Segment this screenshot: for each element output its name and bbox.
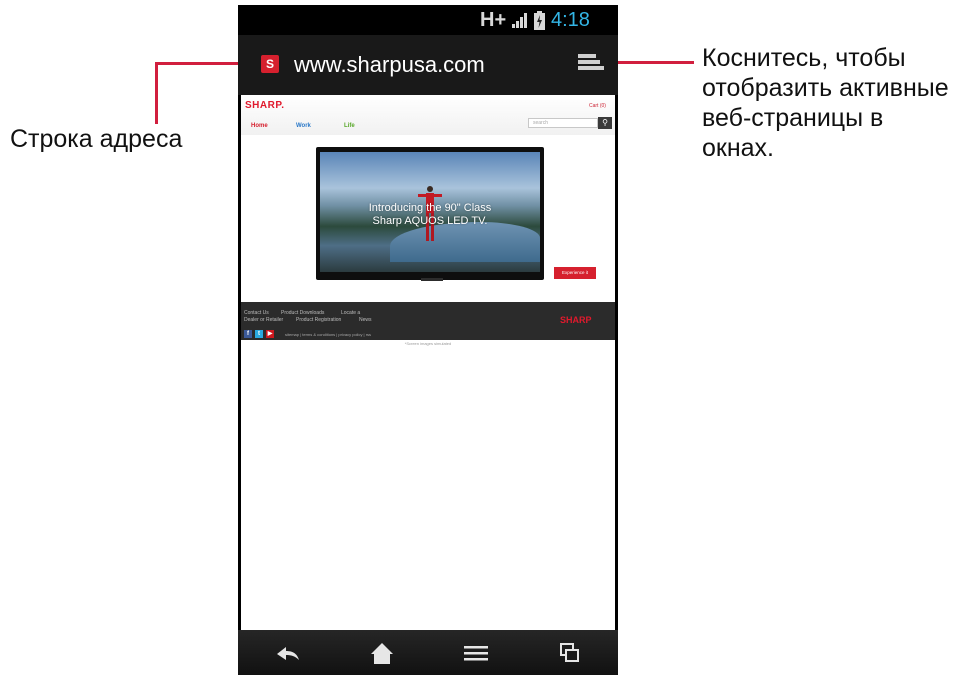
windows-callout-line-3: веб-страницы в [702, 104, 884, 132]
site-header: SHARP. Cart (0) Home Work Life search ⚲ [241, 95, 615, 135]
windows-stack-icon [578, 54, 596, 58]
site-nav-life[interactable]: Life [344, 123, 355, 129]
facebook-icon[interactable]: f [244, 330, 252, 338]
clock: 4:18 [551, 9, 590, 31]
cart-link[interactable]: Cart (0) [589, 103, 606, 109]
windows-callout-line-2: отобразить активные [702, 74, 949, 102]
windows-nav-button[interactable] [550, 636, 590, 670]
home-button[interactable] [362, 636, 402, 670]
address-bar[interactable]: S www.sharpusa.com [238, 35, 618, 95]
footer-link-contact[interactable]: Contact Us [244, 310, 269, 316]
windows-button[interactable] [578, 54, 604, 76]
back-icon [277, 647, 299, 660]
site-nav-work[interactable]: Work [296, 123, 311, 129]
windows-callout-label: Коснитесь, чтобы отобразить активные веб… [702, 43, 949, 163]
youtube-icon[interactable]: ▶ [266, 330, 274, 338]
site-search-input[interactable]: search [528, 118, 598, 128]
hero-tv-image[interactable]: Introducing the 90" Class Sharp AQUOS LE… [316, 147, 544, 281]
footer-link-downloads[interactable]: Product Downloads [281, 310, 324, 316]
navigation-bar [238, 630, 618, 675]
experience-it-button[interactable]: Experience it [554, 267, 596, 279]
signal-icon [511, 11, 529, 35]
hero-tv-screen: Introducing the 90" Class Sharp AQUOS LE… [320, 152, 540, 272]
network-type: H+ [480, 9, 507, 31]
windows-icon [560, 643, 579, 662]
site-search-icon[interactable]: ⚲ [598, 117, 612, 129]
site-favicon-icon: S [261, 55, 279, 73]
hero-lake [390, 222, 540, 262]
menu-icon [464, 646, 488, 661]
menu-button[interactable] [456, 636, 496, 670]
back-button[interactable] [268, 636, 308, 670]
footer-link-news[interactable]: News [359, 317, 372, 323]
home-icon [371, 643, 393, 664]
twitter-icon[interactable]: t [255, 330, 263, 338]
battery-icon [534, 11, 545, 36]
address-bar-callout-label: Строка адреса [10, 125, 183, 153]
webpage-content[interactable]: SHARP. Cart (0) Home Work Life search ⚲ … [241, 95, 615, 630]
site-footer: Contact Us Product Downloads Locate a De… [241, 302, 615, 340]
tv-stand [421, 278, 443, 281]
screen-images-footnote: *Screen images simulated [404, 341, 452, 346]
footer-link-dealer[interactable]: Dealer or Retailer [244, 317, 283, 323]
url-text[interactable]: www.sharpusa.com [294, 52, 485, 78]
windows-callout-line-4: окнах. [702, 134, 774, 162]
hero-headline-line-1: Introducing the 90" Class [368, 202, 492, 214]
status-bar: H+ 4:18 [238, 5, 618, 35]
footer-legal-links[interactable]: sitemap | terms & conditions | privacy p… [285, 332, 371, 337]
footer-sharp-logo[interactable]: SHARP [560, 315, 592, 325]
footer-link-locate[interactable]: Locate a [341, 310, 360, 316]
address-bar-callout-line-horizontal [155, 62, 245, 65]
address-bar-callout-line-vertical [155, 62, 158, 124]
footer-link-registration[interactable]: Product Registration [296, 317, 341, 323]
phone-screen: H+ 4:18 S www.sharpusa.com SHARP. Cart (… [238, 5, 618, 675]
windows-callout-line-1: Коснитесь, чтобы [702, 44, 906, 72]
hero-headline-line-2: Sharp AQUOS LED TV. [372, 215, 488, 227]
site-nav-home[interactable]: Home [251, 123, 268, 129]
sharp-logo[interactable]: SHARP. [245, 100, 285, 111]
hero-person-figure [418, 186, 442, 241]
